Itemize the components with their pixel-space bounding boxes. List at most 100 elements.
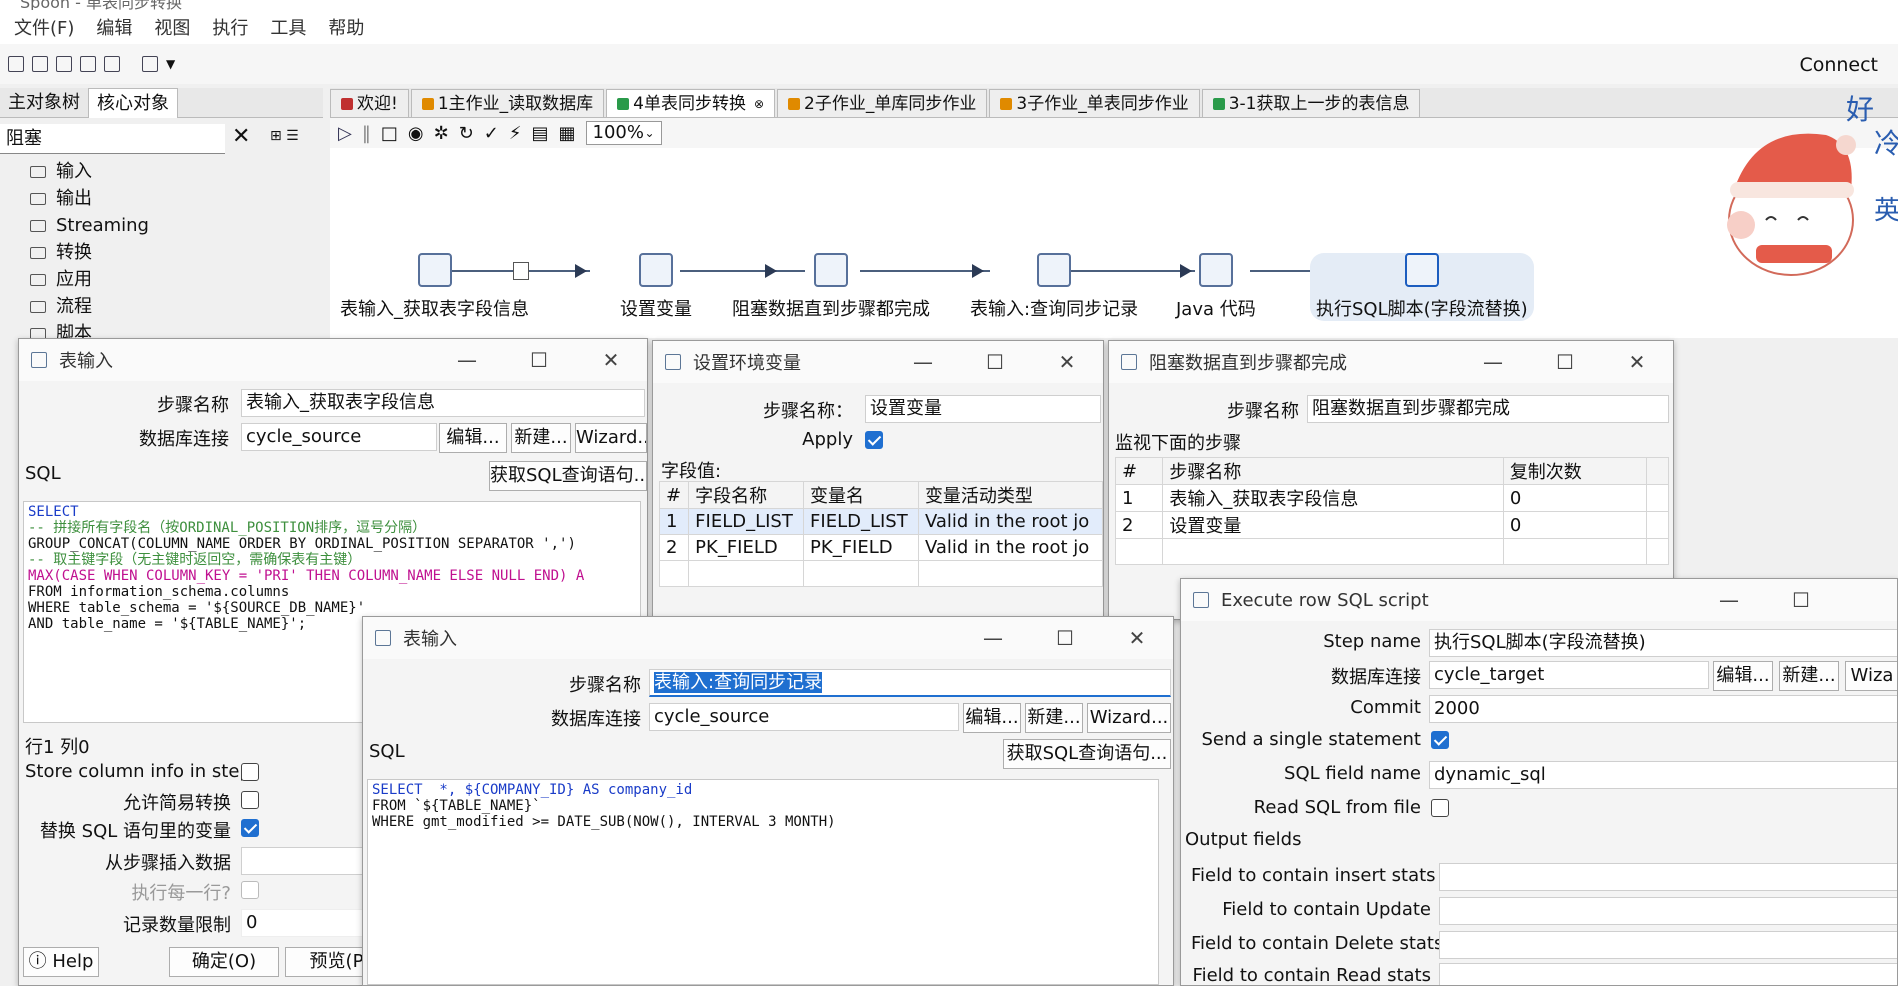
run-icon[interactable]: ▷ <box>338 123 352 144</box>
step-name-input[interactable]: 表输入_获取表字段信息 <box>241 389 645 417</box>
sql-editor[interactable]: SELECT *, ${COMPANY_ID} AS company_id FR… <box>367 779 1159 985</box>
single-statement-checkbox[interactable] <box>1431 731 1449 749</box>
step-name-input[interactable]: 设置变量 <box>865 395 1101 423</box>
delete-stats-input[interactable] <box>1439 931 1897 959</box>
step-blocking[interactable]: 阻塞数据直到步骤都完成 <box>732 253 930 321</box>
tab-main-job[interactable]: 1主作业_读取数据库 <box>410 89 605 117</box>
execute-each-row-checkbox[interactable] <box>241 881 259 899</box>
new-connection-button[interactable]: 新建... <box>1779 661 1839 691</box>
close-icon[interactable]: ✕ <box>1101 626 1173 650</box>
new-file-icon[interactable] <box>8 56 24 72</box>
impact-icon[interactable]: ⚡ <box>509 123 522 144</box>
get-sql-button[interactable]: 获取SQL查询语句... <box>1003 739 1171 769</box>
tab-get-table-info[interactable]: 3-1获取上一步的表信息 <box>1201 89 1421 117</box>
step-name-input[interactable]: 阻塞数据直到步骤都完成 <box>1307 395 1669 423</box>
close-icon[interactable]: ✕ <box>1601 350 1673 374</box>
preview-icon[interactable]: ◉ <box>408 123 424 144</box>
step-name-input[interactable]: 表输入:查询同步记录 <box>649 669 1171 697</box>
watched-steps-table[interactable]: # 步骤名称 复制次数 1 表输入_获取表字段信息 0 2 设置变量 0 <box>1114 457 1669 565</box>
read-stats-input[interactable] <box>1439 963 1897 985</box>
update-stats-input[interactable] <box>1439 897 1897 925</box>
edit-connection-button[interactable]: 编辑... <box>439 423 507 453</box>
pause-icon[interactable]: ‖ <box>362 123 371 144</box>
verify-icon[interactable]: ✓ <box>484 123 499 144</box>
store-column-checkbox[interactable] <box>241 763 259 781</box>
sql-icon[interactable]: ▤ <box>532 123 549 144</box>
stop-icon[interactable]: □ <box>381 123 398 144</box>
db-connection-select[interactable]: cycle_source <box>649 703 959 731</box>
minimize-icon[interactable]: — <box>1693 588 1765 612</box>
menu-edit[interactable]: 编辑 <box>96 14 132 40</box>
tree-item-input[interactable]: 输入 <box>20 158 149 185</box>
layers-icon[interactable] <box>142 56 158 72</box>
explore-icon[interactable] <box>56 56 72 72</box>
edit-connection-button[interactable]: 编辑... <box>1713 661 1773 691</box>
table-row[interactable]: 1 FIELD_LIST FIELD_LIST Valid in the root j… <box>658 508 1103 535</box>
maximize-icon[interactable]: ☐ <box>503 348 575 372</box>
save-icon[interactable] <box>80 56 96 72</box>
maximize-icon[interactable]: ☐ <box>1529 350 1601 374</box>
edit-connection-button[interactable]: 编辑... <box>963 703 1021 733</box>
menu-run[interactable]: 执行 <box>212 14 248 40</box>
tree-item-flow[interactable]: 流程 <box>20 293 149 320</box>
step-exec-sql[interactable]: 执行SQL脚本(字段流替换) <box>1310 253 1534 321</box>
menu-help[interactable]: 帮助 <box>328 14 364 40</box>
chevron-down-icon[interactable]: ▼ <box>166 57 175 71</box>
table-row[interactable]: 2 PK_FIELD PK_FIELD Valid in the root jo <box>658 534 1103 561</box>
tree-item-output[interactable]: 输出 <box>20 185 149 212</box>
wizard-button[interactable]: Wizard... <box>575 423 647 453</box>
step-table-input-fields[interactable]: 表输入_获取表字段信息 <box>340 253 529 321</box>
step-set-variables[interactable]: 设置变量 <box>620 253 692 321</box>
read-sql-file-checkbox[interactable] <box>1431 799 1449 817</box>
minimize-icon[interactable]: — <box>1457 350 1529 374</box>
open-file-icon[interactable] <box>32 56 48 72</box>
help-button[interactable]: ⓘ Help <box>23 947 99 977</box>
maximize-icon[interactable]: ☐ <box>959 350 1031 374</box>
get-sql-button[interactable]: 获取SQL查询语句... <box>489 461 647 491</box>
menu-tools[interactable]: 工具 <box>270 14 306 40</box>
tree-item-streaming[interactable]: Streaming <box>20 212 149 239</box>
step-name-input[interactable]: 执行SQL脚本(字段流替换) <box>1429 629 1897 657</box>
explore-db-icon[interactable]: ▦ <box>559 123 576 144</box>
step-table-input-sync[interactable]: 表输入:查询同步记录 <box>970 253 1138 321</box>
tab-sub-job-db[interactable]: 2子作业_单库同步作业 <box>777 89 988 117</box>
table-row[interactable]: 2 设置变量 0 <box>1114 511 1669 539</box>
minimize-icon[interactable]: — <box>431 348 503 372</box>
apply-checkbox[interactable] <box>865 431 883 449</box>
tab-welcome[interactable]: 欢迎! <box>330 89 409 117</box>
db-connection-select[interactable]: cycle_target <box>1429 661 1709 689</box>
close-icon[interactable]: ✕ <box>575 348 647 372</box>
tab-main-tree[interactable]: 主对象树 <box>0 88 88 118</box>
new-connection-button[interactable]: 新建... <box>1025 703 1083 733</box>
step-java-code[interactable]: Java 代码 <box>1176 253 1256 321</box>
maximize-icon[interactable]: ☐ <box>1765 588 1837 612</box>
save-as-icon[interactable] <box>104 56 120 72</box>
close-icon[interactable]: ✕ <box>1031 350 1103 374</box>
zoom-select[interactable]: 100% ⌄ <box>585 121 662 145</box>
minimize-icon[interactable]: — <box>887 350 959 374</box>
tab-single-table-transform[interactable]: 4单表同步转换 ⊗ <box>606 89 776 117</box>
new-connection-button[interactable]: 新建... <box>511 423 571 453</box>
debug-icon[interactable]: ✲ <box>434 123 449 144</box>
insert-stats-input[interactable] <box>1439 863 1897 891</box>
replace-variables-checkbox[interactable] <box>241 819 259 837</box>
replay-icon[interactable]: ↻ <box>459 123 474 144</box>
tree-item-apply[interactable]: 应用 <box>20 266 149 293</box>
minimize-icon[interactable]: — <box>957 626 1029 650</box>
menu-view[interactable]: 视图 <box>154 14 190 40</box>
commit-input[interactable]: 2000 <box>1429 695 1897 723</box>
wizard-button[interactable]: Wizard... <box>1087 703 1171 733</box>
clear-search-icon[interactable]: ✕ <box>232 124 250 149</box>
maximize-icon[interactable]: ☐ <box>1029 626 1101 650</box>
wizard-button[interactable]: Wiza <box>1845 661 1897 691</box>
variables-table[interactable]: # 字段名称 变量名 变量活动类型 1 FIELD_LIST FIELD_LIST Vali… <box>658 481 1103 587</box>
ok-button[interactable]: 确定(O) <box>169 947 279 977</box>
lazy-conversion-checkbox[interactable] <box>241 791 259 809</box>
tree-item-transform[interactable]: 转换 <box>20 239 149 266</box>
sql-field-select[interactable]: dynamic_sql <box>1429 761 1897 789</box>
search-input[interactable]: 阻塞 <box>0 124 225 154</box>
connect-button[interactable]: Connect <box>1799 54 1878 76</box>
table-row[interactable]: 1 表输入_获取表字段信息 0 <box>1114 484 1669 512</box>
tab-sub-job-table[interactable]: 3子作业_单表同步作业 <box>989 89 1200 117</box>
menu-file[interactable]: 文件(F) <box>14 14 74 40</box>
